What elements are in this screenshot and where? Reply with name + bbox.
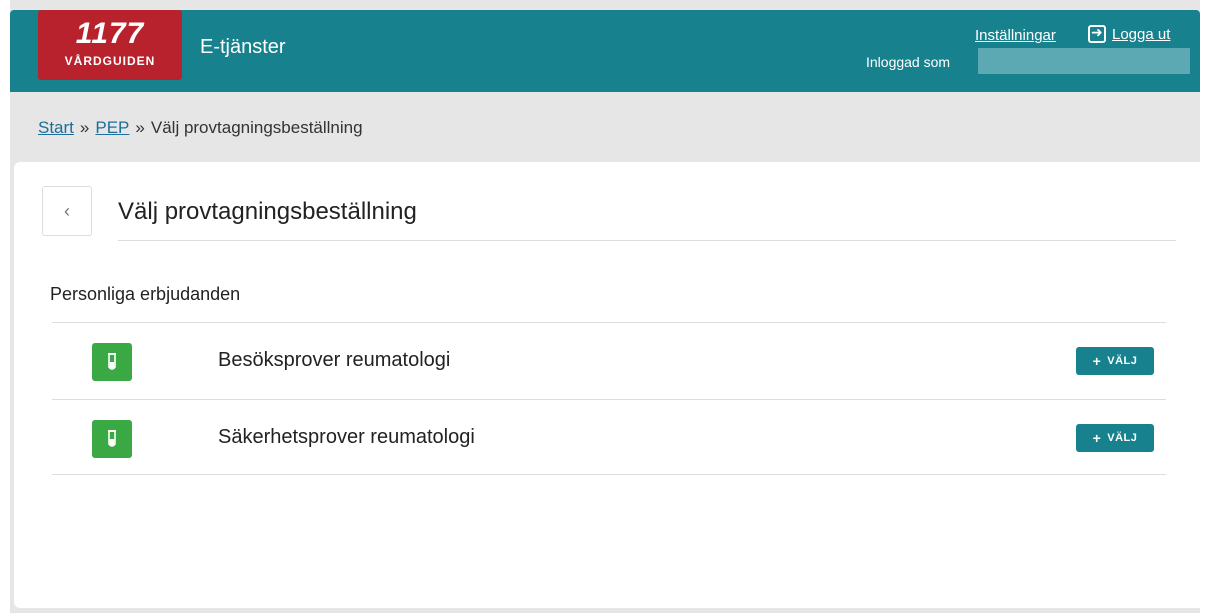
choose-button-label: VÄLJ — [1107, 432, 1138, 444]
plus-icon: + — [1092, 430, 1102, 446]
logo-number: 1177 — [75, 17, 145, 50]
back-button[interactable]: ‹ — [42, 186, 92, 236]
user-name-redacted — [978, 48, 1190, 74]
logged-in-label: Inloggad som — [866, 54, 951, 70]
logo-subtitle: VÅRDGUIDEN — [64, 54, 156, 68]
breadcrumb: Start » PEP » Välj provtagningsbeställning — [38, 118, 363, 138]
app-title: E-tjänster — [200, 36, 286, 58]
1177-logo[interactable]: 1177 VÅRDGUIDEN — [38, 10, 182, 80]
offer-label: Säkerhetsprover reumatologi — [218, 426, 475, 448]
logout-link[interactable]: Logga ut — [1088, 24, 1171, 43]
test-tube-icon — [92, 343, 132, 381]
page-title: Välj provtagningsbeställning — [118, 198, 417, 225]
plus-icon: + — [1092, 353, 1102, 369]
site-header: 1177 VÅRDGUIDEN E-tjänster Inställningar… — [10, 10, 1200, 92]
breadcrumb-separator: » — [135, 118, 145, 137]
choose-button-label: VÄLJ — [1107, 355, 1138, 367]
logout-label: Logga ut — [1112, 25, 1171, 43]
section-heading: Personliga erbjudanden — [50, 284, 241, 304]
settings-link[interactable]: Inställningar — [975, 27, 1056, 44]
breadcrumb-pep[interactable]: PEP — [95, 118, 129, 137]
offer-row: Besöksprover reumatologi + VÄLJ — [52, 322, 1166, 398]
offer-row: Säkerhetsprover reumatologi + VÄLJ — [52, 399, 1166, 475]
breadcrumb-current: Välj provtagningsbeställning — [150, 118, 363, 137]
title-divider — [118, 240, 1176, 241]
test-tube-icon — [92, 420, 132, 458]
choose-button[interactable]: + VÄLJ — [1076, 424, 1154, 452]
choose-button[interactable]: + VÄLJ — [1076, 347, 1154, 375]
breadcrumb-start[interactable]: Start — [38, 118, 74, 137]
main-card: ‹ Välj provtagningsbeställning Personlig… — [14, 162, 1206, 608]
breadcrumb-separator: » — [79, 118, 90, 137]
chevron-left-icon: ‹ — [64, 200, 70, 221]
offer-label: Besöksprover reumatologi — [218, 349, 451, 371]
logout-icon — [1088, 24, 1106, 43]
